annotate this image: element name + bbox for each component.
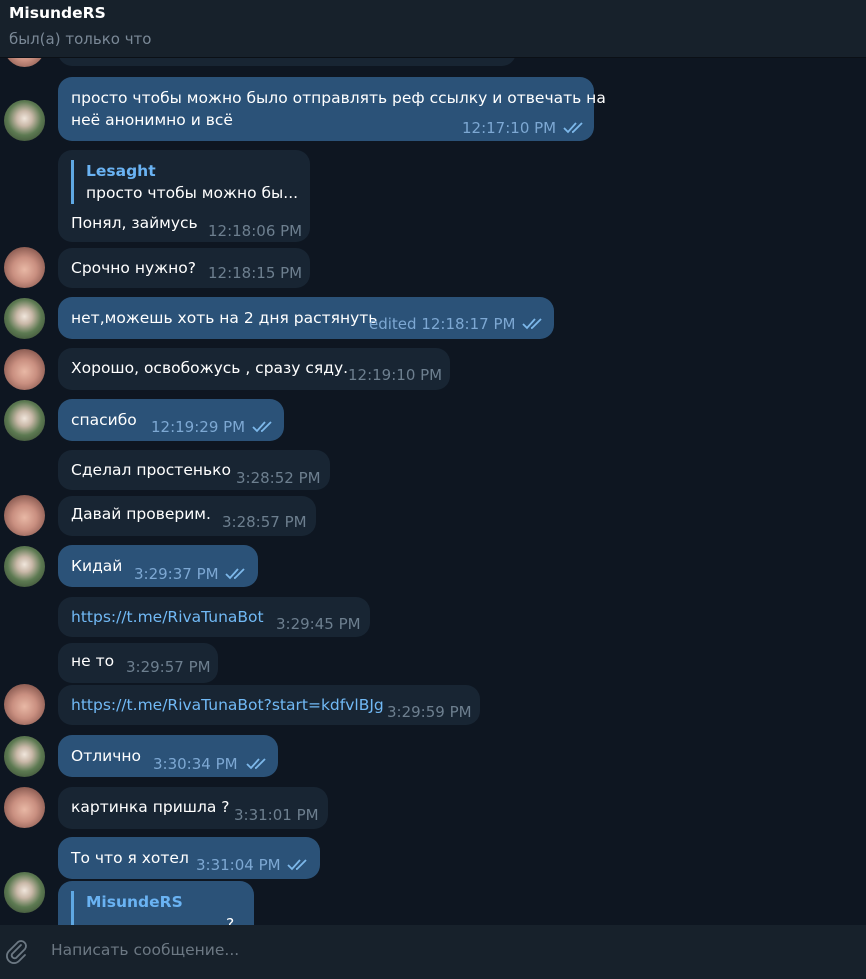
message-bubble[interactable]: MisundeRS ? [58,881,254,925]
avatar[interactable] [4,684,45,725]
message-text: Кидай [71,557,123,575]
message-text: нет,можешь хоть на 2 дня растянуть [71,309,378,327]
reply-quote[interactable]: Lesaght просто чтобы можно бы... [71,160,298,204]
double-check-icon [252,421,272,433]
message-bubble[interactable]: Кидай 3:29:37 PM [58,545,258,587]
message-text: Отлично [71,747,141,765]
message-link[interactable]: https://t.me/RivaTunaBot [71,606,264,628]
message-bubble[interactable]: картинка пришла ? 3:31:01 PM [58,787,328,829]
message-time: 3:31:04 PM [196,856,281,874]
reply-author: Lesaght [86,162,156,180]
message-text: Срочно нужно? [71,259,196,277]
avatar[interactable] [4,872,45,913]
message-time: 3:29:37 PM [134,565,219,583]
message-text: неё анонимно и всё [71,111,233,129]
message-bubble[interactable]: Хорошо, освобожусь , сразу сяду. 12:19:1… [58,348,450,390]
message-time: 12:17:10 PM [462,119,557,137]
message-list[interactable]: просто чтобы можно было отправлять реф с… [0,58,866,925]
avatar[interactable] [4,736,45,777]
message-time: 12:18:15 PM [208,264,303,282]
message-time: 3:29:59 PM [387,703,472,721]
message-bubble[interactable]: просто чтобы можно было отправлять реф с… [58,77,606,141]
chat-header[interactable]: MisundeRS был(а) только что [0,0,866,58]
last-seen-status: был(а) только что [9,30,152,48]
reply-text: просто чтобы можно бы... [86,184,299,202]
reply-author: MisundeRS [86,893,183,911]
message-bubble[interactable]: спасибо 12:19:29 PM [58,399,284,441]
message-bubble[interactable]: https://t.me/RivaTunaBot 3:29:45 PM [58,597,370,637]
message-time: 3:29:45 PM [276,615,361,633]
message-text: Сделал простенько [71,461,231,479]
double-check-icon [563,122,583,134]
paperclip-icon[interactable] [3,938,29,964]
message-time: 3:30:34 PM [153,755,238,773]
message-time: 12:18:06 PM [208,222,303,240]
message-text: просто чтобы можно было отправлять реф с… [71,89,606,107]
message-bubble-partial[interactable] [58,58,516,66]
avatar[interactable] [4,58,45,67]
message-bubble[interactable]: Сделал простенько 3:28:52 PM [58,450,330,490]
message-bubble[interactable]: https://t.me/RivaTunaBot?start=kdfvlBJg … [58,685,480,725]
double-check-icon [225,568,245,580]
message-text: картинка пришла ? [71,798,230,816]
chat-title[interactable]: MisundeRS [9,4,106,22]
message-bubble[interactable]: нет,можешь хоть на 2 дня растянуть edite… [58,297,554,339]
message-text: Хорошо, освобожусь , сразу сяду. [71,359,349,377]
message-bubble[interactable]: То что я хотел 3:31:04 PM [58,837,320,879]
message-time: edited 12:18:17 PM [369,315,516,333]
message-text: Давай проверим. [71,505,211,523]
double-check-icon [246,758,266,770]
message-link[interactable]: https://t.me/RivaTunaBot?start=kdfvlBJg [71,694,384,716]
message-text: не то [71,652,115,670]
avatar[interactable] [4,298,45,339]
message-bubble[interactable]: не то 3:29:57 PM [58,643,218,683]
avatar[interactable] [4,546,45,587]
message-bubble[interactable]: Давай проверим. 3:28:57 PM [58,496,316,536]
message-time: 12:19:29 PM [151,418,246,436]
message-text: Понял, займусь [71,214,198,232]
avatar[interactable] [4,247,45,288]
message-text: спасибо [71,411,137,429]
reply-text: ? [226,915,235,925]
double-check-icon [287,859,307,871]
avatar[interactable] [4,100,45,141]
reply-quote[interactable]: MisundeRS ? [71,891,234,925]
avatar[interactable] [4,495,45,536]
message-time: 3:29:57 PM [126,658,211,676]
message-bubble[interactable]: Срочно нужно? 12:18:15 PM [58,248,310,288]
message-time: 3:28:57 PM [222,513,307,531]
message-bubble[interactable]: Отлично 3:30:34 PM [58,735,278,777]
message-text: То что я хотел [71,849,189,867]
message-time: 3:28:52 PM [236,469,321,487]
avatar[interactable] [4,400,45,441]
double-check-icon [522,318,542,330]
message-time: 12:19:10 PM [348,366,443,384]
message-composer[interactable]: Написать сообщение... [0,925,866,979]
message-time: 3:31:01 PM [234,806,319,824]
message-bubble[interactable]: Lesaght просто чтобы можно бы... Понял, … [58,150,310,242]
message-input[interactable]: Написать сообщение... [51,941,239,959]
avatar[interactable] [4,787,45,828]
avatar[interactable] [4,349,45,390]
